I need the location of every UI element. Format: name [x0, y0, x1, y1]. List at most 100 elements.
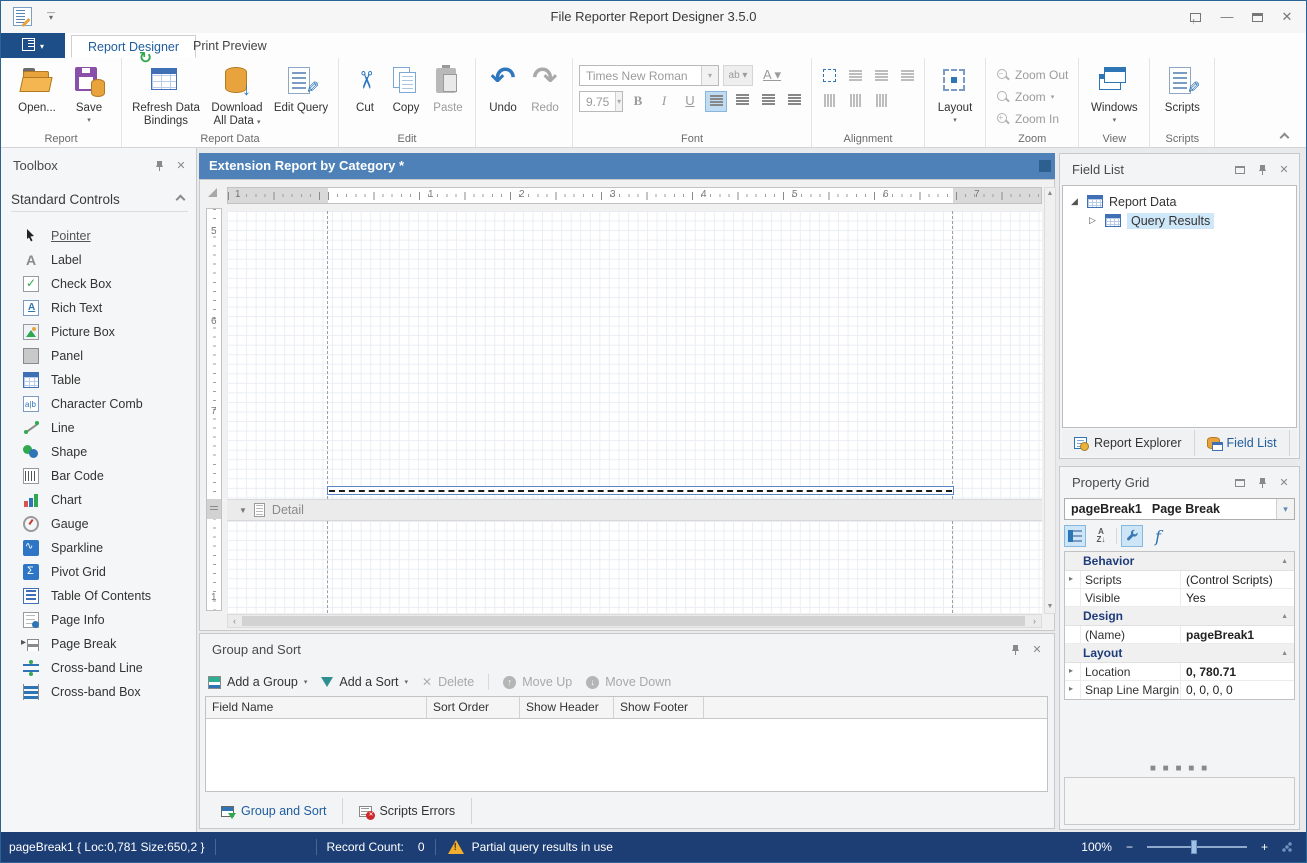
toolbox-item-shape[interactable]: Shape [1, 440, 196, 464]
field-list-tree[interactable]: ◢ Report Data ▷ Query Results [1062, 185, 1297, 428]
align-left-button[interactable] [705, 91, 727, 112]
tab-report-explorer[interactable]: Report Explorer [1062, 430, 1195, 456]
zoom-out-control[interactable]: − [1126, 840, 1133, 854]
panel-splitter[interactable]: ■ ■ ■ ■ ■ [1064, 764, 1295, 776]
toolbox-item-pivot-grid[interactable]: Pivot Grid [1, 560, 196, 584]
close-icon[interactable]: ✕ [1277, 476, 1291, 490]
tree-node-query-results[interactable]: ▷ Query Results [1063, 211, 1296, 230]
categorized-view-button[interactable] [1064, 525, 1086, 547]
toolbox-item-label[interactable]: ALabel [1, 248, 196, 272]
toolbox-item-bar-code[interactable]: Bar Code [1, 464, 196, 488]
download-dropdown-icon[interactable]: ▾ [257, 119, 261, 126]
page-break-control-selected[interactable] [327, 486, 954, 495]
app-menu-button[interactable]: ▾ [1, 33, 65, 58]
zoom-in-button[interactable]: +Zoom In [992, 109, 1072, 129]
font-name-combo[interactable]: Times New Roman ▾ [579, 65, 719, 86]
collapse-ribbon-icon[interactable] [1280, 133, 1290, 143]
zoom-slider[interactable] [1147, 846, 1247, 848]
scroll-right-icon[interactable]: › [1028, 615, 1041, 627]
toolbox-section-standard-controls[interactable]: Standard Controls [11, 188, 188, 212]
resize-grip[interactable] [1282, 842, 1292, 852]
toolbox-item-check-box[interactable]: Check Box [1, 272, 196, 296]
close-icon[interactable]: ✕ [174, 159, 188, 173]
float-icon[interactable] [1233, 163, 1247, 177]
tab-print-preview[interactable]: Print Preview [177, 35, 283, 58]
close-button[interactable]: ✕ [1274, 7, 1300, 27]
refresh-data-bindings-button[interactable]: ↻ Refresh Data Bindings [128, 63, 204, 128]
align-bottoms-button[interactable] [870, 90, 892, 110]
property-row-scripts[interactable]: ▸ Scripts (Control Scripts) [1065, 571, 1294, 589]
property-row-name[interactable]: (Name) pageBreak1 [1065, 626, 1294, 644]
toolbox-item-cross-band-box[interactable]: Cross-band Box [1, 680, 196, 704]
minimize-button[interactable]: — [1214, 7, 1240, 27]
toolbox-item-line[interactable]: Line [1, 416, 196, 440]
toolbox-item-panel[interactable]: Panel [1, 344, 196, 368]
justify-button[interactable] [783, 91, 805, 112]
download-all-data-button[interactable]: ↓ Download All Data ▾ [204, 63, 270, 129]
toolbox-item-table[interactable]: Table [1, 368, 196, 392]
scroll-up-icon[interactable]: ▲ [1045, 188, 1055, 200]
ribbon-display-options-button[interactable] [1182, 7, 1208, 27]
undo-button[interactable]: ↶ Undo [482, 63, 524, 115]
property-row-location[interactable]: ▸ Location 0, 780.71 [1065, 663, 1294, 681]
align-rights-button[interactable] [896, 65, 918, 85]
bold-button[interactable]: B [627, 91, 649, 112]
horizontal-scroll-thumb[interactable] [242, 616, 1025, 626]
collapse-category-icon[interactable]: ▲ [1281, 650, 1288, 657]
expand-row-icon[interactable]: ▸ [1069, 574, 1073, 583]
band-resize-handle[interactable] [207, 499, 221, 519]
property-row-visible[interactable]: Visible Yes [1065, 589, 1294, 607]
font-size-dropdown-icon[interactable]: ▾ [615, 92, 622, 111]
tab-scripts-errors[interactable]: Scripts Errors [343, 798, 472, 824]
page-area-lower[interactable] [227, 521, 1042, 613]
add-a-sort-button[interactable]: Add a Sort▾ [321, 675, 408, 689]
expand-node-icon[interactable]: ▷ [1089, 215, 1099, 226]
close-icon[interactable]: ✕ [1030, 643, 1044, 657]
close-icon[interactable]: ✕ [1277, 163, 1291, 177]
horizontal-scrollbar[interactable]: ‹ › [227, 614, 1042, 628]
scripts-button[interactable]: ✎ Scripts [1156, 63, 1208, 115]
redo-button[interactable]: ↷ Redo [524, 63, 566, 115]
column-header-field-name[interactable]: Field Name [206, 697, 427, 718]
pin-icon[interactable] [152, 159, 166, 173]
toolbox-item-page-break[interactable]: Page Break [1, 632, 196, 656]
document-caption-icon[interactable] [1039, 160, 1051, 172]
align-tops-button[interactable] [818, 90, 840, 110]
tab-field-list[interactable]: Field List [1195, 430, 1290, 456]
page-area-upper[interactable] [227, 211, 1042, 499]
column-header-show-header[interactable]: Show Header [520, 697, 614, 718]
float-icon[interactable] [1233, 476, 1247, 490]
copy-button[interactable]: Copy [385, 63, 427, 115]
document-caption[interactable]: Extension Report by Category * [199, 153, 1055, 179]
events-view-button[interactable]: f [1147, 525, 1169, 547]
align-lefts-button[interactable] [844, 65, 866, 85]
font-color-button[interactable]: A ▾ [757, 65, 787, 86]
collapse-node-icon[interactable]: ◢ [1071, 196, 1081, 207]
tree-node-report-data[interactable]: ◢ Report Data [1063, 192, 1296, 211]
move-up-button[interactable]: ↑Move Up [503, 675, 572, 689]
align-middles-button[interactable] [844, 90, 866, 110]
selected-object-combo[interactable]: pageBreak1 Page Break ▾ [1064, 498, 1295, 520]
paste-button[interactable]: Paste [427, 63, 469, 115]
zoom-out-button[interactable]: −Zoom Out [992, 65, 1072, 85]
align-right-button[interactable] [757, 91, 779, 112]
maximize-button[interactable] [1244, 7, 1270, 27]
highlight-color-button[interactable]: ab ▾ [723, 65, 753, 86]
toolbox-item-chart[interactable]: Chart [1, 488, 196, 512]
layout-button[interactable]: Layout ▾ [931, 63, 979, 124]
tab-group-and-sort[interactable]: Group and Sort [205, 798, 343, 824]
zoom-in-control[interactable]: + [1261, 840, 1268, 854]
align-centers-button[interactable] [870, 65, 892, 85]
toolbox-item-table-of-contents[interactable]: Table Of Contents [1, 584, 196, 608]
pin-icon[interactable] [1255, 476, 1269, 490]
design-canvas[interactable]: 1 1 2 3 4 5 6 7 5 6 7 1 [199, 179, 1055, 631]
property-row-snap-line-margin[interactable]: ▸ Snap Line Margin 0, 0, 0, 0 [1065, 681, 1294, 699]
vertical-scrollbar[interactable]: ▲ ▼ [1044, 187, 1056, 614]
windows-button[interactable]: Windows ▾ [1085, 63, 1143, 124]
italic-button[interactable]: I [653, 91, 675, 112]
toolbox-item-page-info[interactable]: Page Info [1, 608, 196, 632]
horizontal-ruler[interactable]: 1 1 2 3 4 5 6 7 [227, 187, 1042, 204]
toolbox-item-character-comb[interactable]: Character Comb [1, 392, 196, 416]
detail-band-header[interactable]: ▼ Detail [227, 499, 1042, 521]
toolbox-item-sparkline[interactable]: Sparkline [1, 536, 196, 560]
